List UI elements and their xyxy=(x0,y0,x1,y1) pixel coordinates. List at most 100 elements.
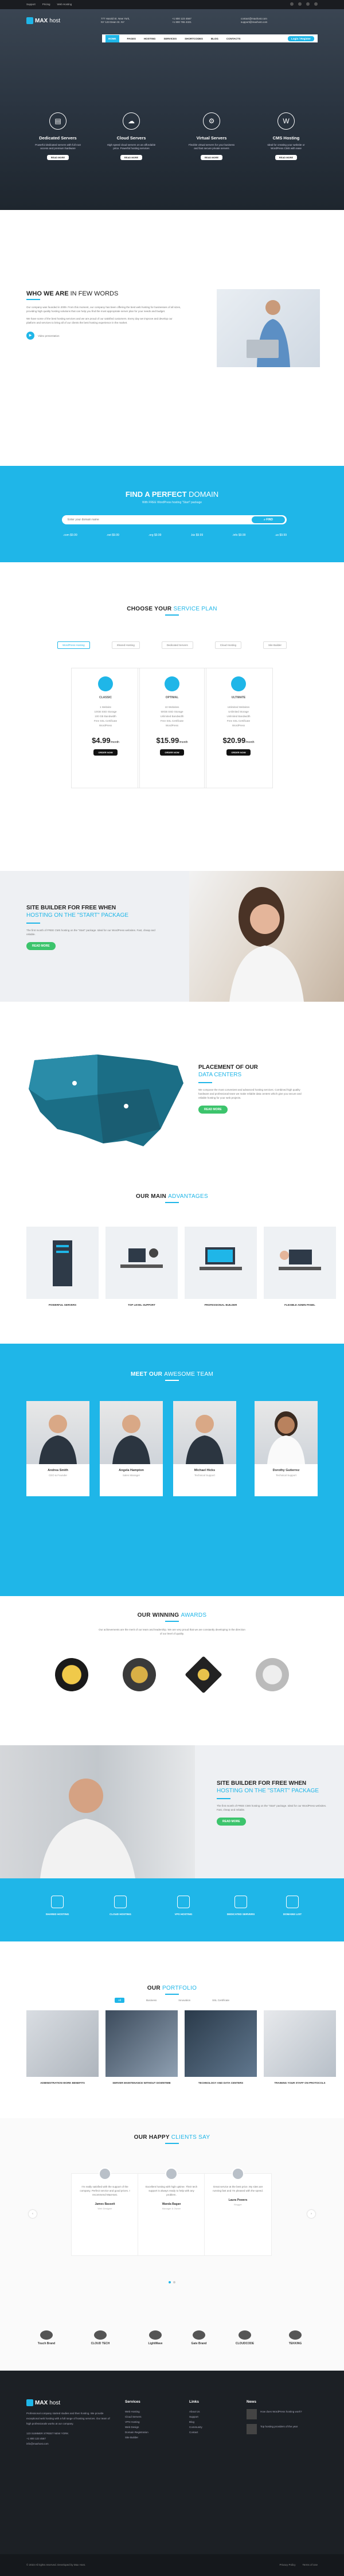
video-link[interactable]: ▶ Video presentation xyxy=(26,332,181,340)
top-link[interactable]: Pricing xyxy=(42,3,50,6)
filter-innovation[interactable]: Innovation xyxy=(178,1999,190,2003)
top-link[interactable]: Support xyxy=(26,3,36,6)
footer: MAX host Professional company started stu… xyxy=(0,2371,344,2554)
client-name: Wanda Bagan xyxy=(162,2203,181,2206)
footer-link[interactable]: Domain Registration xyxy=(125,2430,148,2435)
service-label: CLOUD HOSTING xyxy=(110,1913,131,1916)
footer-link[interactable]: Web Design xyxy=(125,2425,148,2430)
advantage-label: TOP LEVEL SUPPORT xyxy=(128,1303,155,1306)
member-photo xyxy=(100,1401,163,1464)
login-button[interactable]: Login / Register xyxy=(287,36,314,41)
carousel-next-button[interactable]: › xyxy=(307,2210,315,2218)
site-logo[interactable]: MAX host xyxy=(26,17,60,24)
footer-bottom-link[interactable]: Terms of Use xyxy=(302,2563,318,2566)
footer-link[interactable]: Contact xyxy=(189,2430,202,2435)
nav-item-shortcodes[interactable]: SHORTCODES xyxy=(185,37,203,40)
service-vps[interactable]: VPS HOSTING xyxy=(155,1896,212,1916)
tab-cloud[interactable]: Cloud Hosting xyxy=(214,641,241,649)
footer-link[interactable]: Blog xyxy=(189,2419,202,2425)
domain-subtitle: With FREE WordPress hosting "Start" pack… xyxy=(142,501,202,504)
service-shared[interactable]: SHARED HOSTING xyxy=(29,1896,86,1916)
footer-link[interactable]: VPS Hosting xyxy=(125,2419,148,2425)
portfolio-item[interactable]: ADMINISTRATION WORK BENEFITS xyxy=(26,2010,99,2084)
brand-logo: CLOUD TECH xyxy=(80,2330,120,2345)
read-more-button[interactable]: READ MORE xyxy=(46,155,69,160)
awards-title: OUR WINNING AWARDS xyxy=(137,1612,207,1618)
carousel-prev-button[interactable]: ‹ xyxy=(29,2210,37,2218)
title-underline xyxy=(165,2143,179,2144)
who-title: WHO WE ARE IN FEW WORDS xyxy=(26,290,119,297)
filter-ssl[interactable]: SSL Certificate xyxy=(212,1999,229,2003)
footer-link[interactable]: Web Hosting xyxy=(125,2409,148,2414)
plan-title: CHOOSE YOUR SERVICE PLAN xyxy=(127,606,217,612)
client-role: Manager & Owner xyxy=(162,2207,181,2210)
footer-link[interactable]: Site Builder xyxy=(125,2435,148,2440)
top-link[interactable]: Web Hosting xyxy=(57,3,72,6)
who-paragraph: We have some of the best hosting service… xyxy=(26,317,173,324)
read-more-button[interactable]: READ MORE xyxy=(198,1106,228,1114)
news-item[interactable]: How does WordPress hosting work? xyxy=(247,2409,318,2419)
carousel-dot[interactable] xyxy=(169,2281,171,2283)
service-domains[interactable]: DOMAINS LIST xyxy=(264,1896,321,1916)
service-dedicated[interactable]: DEDICATED SERVERS xyxy=(212,1896,269,1916)
read-more-button[interactable]: READ MORE xyxy=(200,155,223,160)
order-button[interactable]: ORDER NOW xyxy=(160,749,184,756)
nav-item-contacts[interactable]: CONTACTS xyxy=(226,37,241,40)
plan-feature: 50GB SSD Storage xyxy=(161,710,183,713)
footer-email[interactable]: info@maxhost.com xyxy=(26,2441,112,2446)
service-label: DOMAINS LIST xyxy=(283,1913,302,1916)
read-more-button[interactable]: READ MORE xyxy=(26,942,56,950)
award-medal-icon xyxy=(256,1658,289,1691)
social-icons xyxy=(290,2,318,6)
member-role: Technical Support xyxy=(194,1474,215,1477)
facebook-icon[interactable] xyxy=(290,2,294,6)
portfolio-item[interactable]: TECHNOLOGY AND DATA CENTERS xyxy=(185,2010,257,2084)
footer-about: MAX host Professional company started stu… xyxy=(26,2399,112,2446)
footer-link[interactable]: Cloud Servers xyxy=(125,2414,148,2419)
footer-bottom-link[interactable]: Privacy Policy xyxy=(279,2563,295,2566)
domain-find-button[interactable]: ⌕ FIND xyxy=(252,516,285,523)
vps-hosting-icon xyxy=(177,1896,190,1908)
footer-logo[interactable]: MAX host xyxy=(26,2399,112,2406)
portfolio-item[interactable]: SERVER MAINTENANCE WITHOUT DOWNTIME xyxy=(105,2010,178,2084)
read-more-button[interactable]: READ MORE xyxy=(120,155,143,160)
read-more-button[interactable]: READ MORE xyxy=(275,155,298,160)
tab-shared[interactable]: Shared Hosting xyxy=(111,641,140,649)
domain-search-input[interactable] xyxy=(68,517,240,523)
carousel-dots xyxy=(0,2281,344,2285)
linkedin-icon[interactable] xyxy=(314,2,318,6)
virtual-server-icon: ⚙ xyxy=(203,112,220,130)
google-plus-icon[interactable] xyxy=(306,2,310,6)
portfolio-item[interactable]: TRAINING YOUR STAFF ON PROTOCOLS xyxy=(264,2010,336,2084)
brand-mark-icon xyxy=(289,2330,302,2340)
footer-link[interactable]: About Us xyxy=(189,2409,202,2414)
tab-dedicated[interactable]: Dedicated Servers xyxy=(161,641,193,649)
find-label: FIND xyxy=(266,518,273,522)
brand-logo: TEKKING xyxy=(275,2330,315,2345)
nav-item-pages[interactable]: PAGES xyxy=(127,37,136,40)
news-item[interactable]: Top hosting providers of the year xyxy=(247,2424,318,2434)
filter-all[interactable]: All xyxy=(115,1998,125,2003)
tab-site-builder[interactable]: Site Builder xyxy=(263,641,287,649)
order-button[interactable]: ORDER NOW xyxy=(93,749,118,756)
feature-dedicated: ▤ Dedicated Servers Powerful dedicated s… xyxy=(26,112,89,160)
service-cloud[interactable]: CLOUD HOSTING xyxy=(92,1896,149,1916)
nav-item-hosting[interactable]: HOSTING xyxy=(144,37,156,40)
nav-item-services[interactable]: SERVICES xyxy=(163,37,177,40)
nav-item-home[interactable]: HOME xyxy=(105,34,119,42)
order-button[interactable]: ORDER NOW xyxy=(226,749,251,756)
header-phone: +1 800 123 4567 +1 800 765 4321 xyxy=(172,17,191,24)
title-underline xyxy=(165,1380,179,1381)
filter-business[interactable]: Business xyxy=(146,1999,157,2003)
us-map xyxy=(11,1043,195,1158)
carousel-dot[interactable] xyxy=(173,2281,175,2283)
nav-item-blog[interactable]: BLOG xyxy=(211,37,218,40)
read-more-button[interactable]: READ MORE xyxy=(217,1818,246,1826)
testimonial-quote: Excellent hosting with high uptime. Thei… xyxy=(145,2185,198,2196)
play-icon[interactable]: ▶ xyxy=(26,332,34,340)
footer-link[interactable]: Support xyxy=(189,2414,202,2419)
tab-wordpress[interactable]: WordPress Hosting xyxy=(57,641,90,649)
footer-link[interactable]: Community xyxy=(189,2425,202,2430)
twitter-icon[interactable] xyxy=(298,2,302,6)
email-line: support@maxhost.com xyxy=(241,21,268,24)
